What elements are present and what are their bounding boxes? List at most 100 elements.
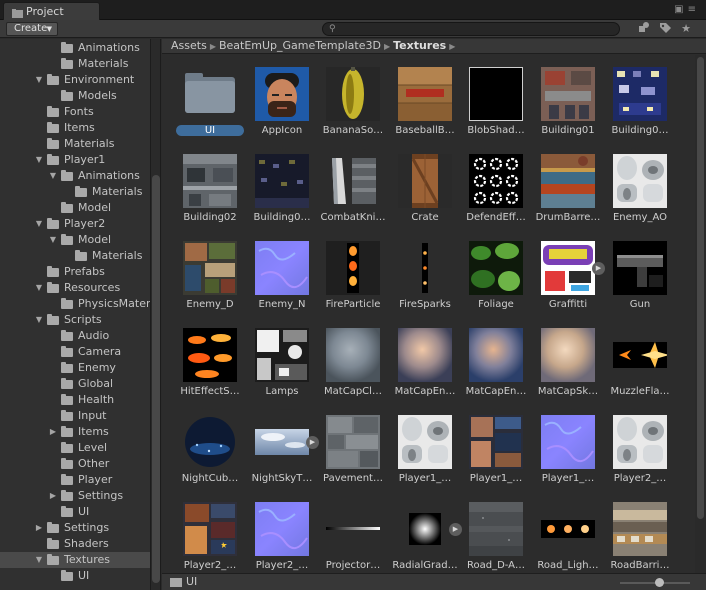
expand-arrow-down-icon[interactable]: ▼ [34,312,44,328]
asset-item[interactable]: BananaSo… [319,67,387,153]
expand-arrow-down-icon[interactable]: ▼ [34,552,44,568]
asset-item[interactable]: Lamps [248,328,316,414]
star-icon[interactable]: ★ [678,22,694,36]
tree-item[interactable]: UI [0,568,150,584]
expand-arrow-down-icon[interactable]: ▼ [48,168,58,184]
expand-arrow-down-icon[interactable]: ▼ [34,216,44,232]
filter-by-type-icon[interactable] [636,22,652,36]
tree-scrollbar[interactable] [151,39,161,590]
tree-item[interactable]: ▼ Animations [0,168,150,184]
tree-item[interactable]: Input [0,408,150,424]
breadcrumb-item[interactable]: BeatEmUp_GameTemplate3D [219,39,381,52]
project-tab[interactable]: Project [3,2,100,20]
tree-item[interactable]: Player [0,472,150,488]
expand-sprite-arrow-icon[interactable]: ▶ [592,262,605,275]
expand-arrow-right-icon[interactable]: ▶ [48,488,58,504]
expand-arrow-down-icon[interactable]: ▼ [34,72,44,88]
tree-item[interactable]: ▼ Environment [0,72,150,88]
asset-item[interactable]: CombatKni… [319,154,387,240]
asset-item[interactable]: NightCub… [176,415,244,501]
tree-item[interactable]: Materials [0,248,150,264]
tree-item[interactable]: Materials [0,56,150,72]
tree-item[interactable]: Prefabs [0,264,150,280]
asset-item[interactable]: AppIcon [248,67,316,153]
asset-item[interactable]: Pavement… [319,415,387,501]
asset-item[interactable]: FireParticle [319,241,387,327]
tree-item[interactable]: ▶ Settings [0,488,150,504]
tree-item[interactable]: Animations [0,40,150,56]
tree-item[interactable]: ▶ Items [0,424,150,440]
asset-item[interactable]: Enemy_D [176,241,244,327]
tree-item[interactable]: Level [0,440,150,456]
expand-arrow-down-icon[interactable]: ▼ [48,232,58,248]
asset-item[interactable]: Player1_… [462,415,530,501]
tree-item[interactable]: Audio [0,328,150,344]
asset-item[interactable]: HitEffectS… [176,328,244,414]
expand-sprite-arrow-icon[interactable]: ▶ [449,523,462,536]
tree-item[interactable]: Global [0,376,150,392]
tree-item[interactable]: UI [0,504,150,520]
asset-item[interactable]: Player1_… [391,415,459,501]
tree-item[interactable]: Fonts [0,104,150,120]
tree-item[interactable]: ▶ Settings [0,520,150,536]
filter-by-label-icon[interactable] [657,22,673,36]
tree-item[interactable]: ▼ Resources [0,280,150,296]
asset-item[interactable]: DefendEff… [462,154,530,240]
tree-item[interactable]: Materials [0,184,150,200]
asset-item[interactable]: Player2_… [606,415,674,501]
tree-item[interactable]: Health [0,392,150,408]
create-button[interactable]: Create ▼ [6,22,58,36]
asset-item[interactable]: Foliage [462,241,530,327]
asset-item[interactable]: FireSparks [391,241,459,327]
asset-item[interactable]: BaseballB… [391,67,459,153]
tree-item[interactable]: Shaders [0,536,150,552]
asset-item[interactable]: MatCapEn… [391,328,459,414]
expand-arrow-down-icon[interactable]: ▼ [34,280,44,296]
asset-scrollbar-thumb[interactable] [697,57,704,519]
asset-item[interactable]: MatCapSk… [534,328,602,414]
asset-item[interactable]: MatCapCl… [319,328,387,414]
asset-item[interactable]: DrumBarre… [534,154,602,240]
asset-scrollbar[interactable] [695,55,706,574]
tree-item[interactable]: Camera [0,344,150,360]
asset-item[interactable]: Building01 [534,67,602,153]
asset-item[interactable]: MatCapEn… [462,328,530,414]
tree-item[interactable]: PhysicsMaterials [0,296,150,312]
asset-item[interactable]: Building02 [176,154,244,240]
breadcrumb-item[interactable]: Assets [171,39,207,52]
tree-item[interactable]: ▼ Player1 [0,152,150,168]
expand-sprite-arrow-icon[interactable]: ▶ [306,436,319,449]
tree-item[interactable]: Items [0,120,150,136]
tree-item[interactable]: Other [0,456,150,472]
tree-item[interactable]: Models [0,88,150,104]
expand-arrow-down-icon[interactable]: ▼ [34,152,44,168]
asset-item[interactable]: BlobShad… [462,67,530,153]
expand-arrow-right-icon[interactable]: ▶ [48,424,58,440]
expand-arrow-right-icon[interactable]: ▶ [34,520,44,536]
asset-item[interactable]: MuzzleFla… [606,328,674,414]
tree-item[interactable]: Materials [0,136,150,152]
asset-item[interactable]: ▶ Graffitti [534,241,605,327]
asset-item[interactable]: Building0… [248,154,316,240]
breadcrumb-item[interactable]: Textures [393,39,446,52]
tree-item[interactable]: ▼ Player2 [0,216,150,232]
tree-item[interactable]: ▼ Scripts [0,312,150,328]
asset-item[interactable]: Building0… [606,67,674,153]
asset-item[interactable]: Enemy_AO [606,154,674,240]
thumbnail-size-slider-knob[interactable] [655,578,664,587]
folder-icon [47,522,59,533]
asset-item[interactable]: Player1_… [534,415,602,501]
asset-item[interactable]: ▶ NightSkyT… [248,415,319,501]
tree-item[interactable]: Enemy [0,360,150,376]
asset-item[interactable]: Gun [606,241,674,327]
tree-item[interactable]: ▼ Model [0,232,150,248]
tree-item[interactable]: ▼ Textures [0,552,150,568]
asset-item[interactable]: UI [176,67,244,153]
tree-item[interactable]: Model [0,200,150,216]
asset-item[interactable]: Crate [391,154,459,240]
lock-icon[interactable]: ▣ [674,4,687,15]
tree-scrollbar-thumb[interactable] [152,175,160,583]
search-input[interactable]: ⚲ [322,22,620,36]
asset-item[interactable]: Enemy_N [248,241,316,327]
menu-icon[interactable]: ≡ [688,4,700,15]
